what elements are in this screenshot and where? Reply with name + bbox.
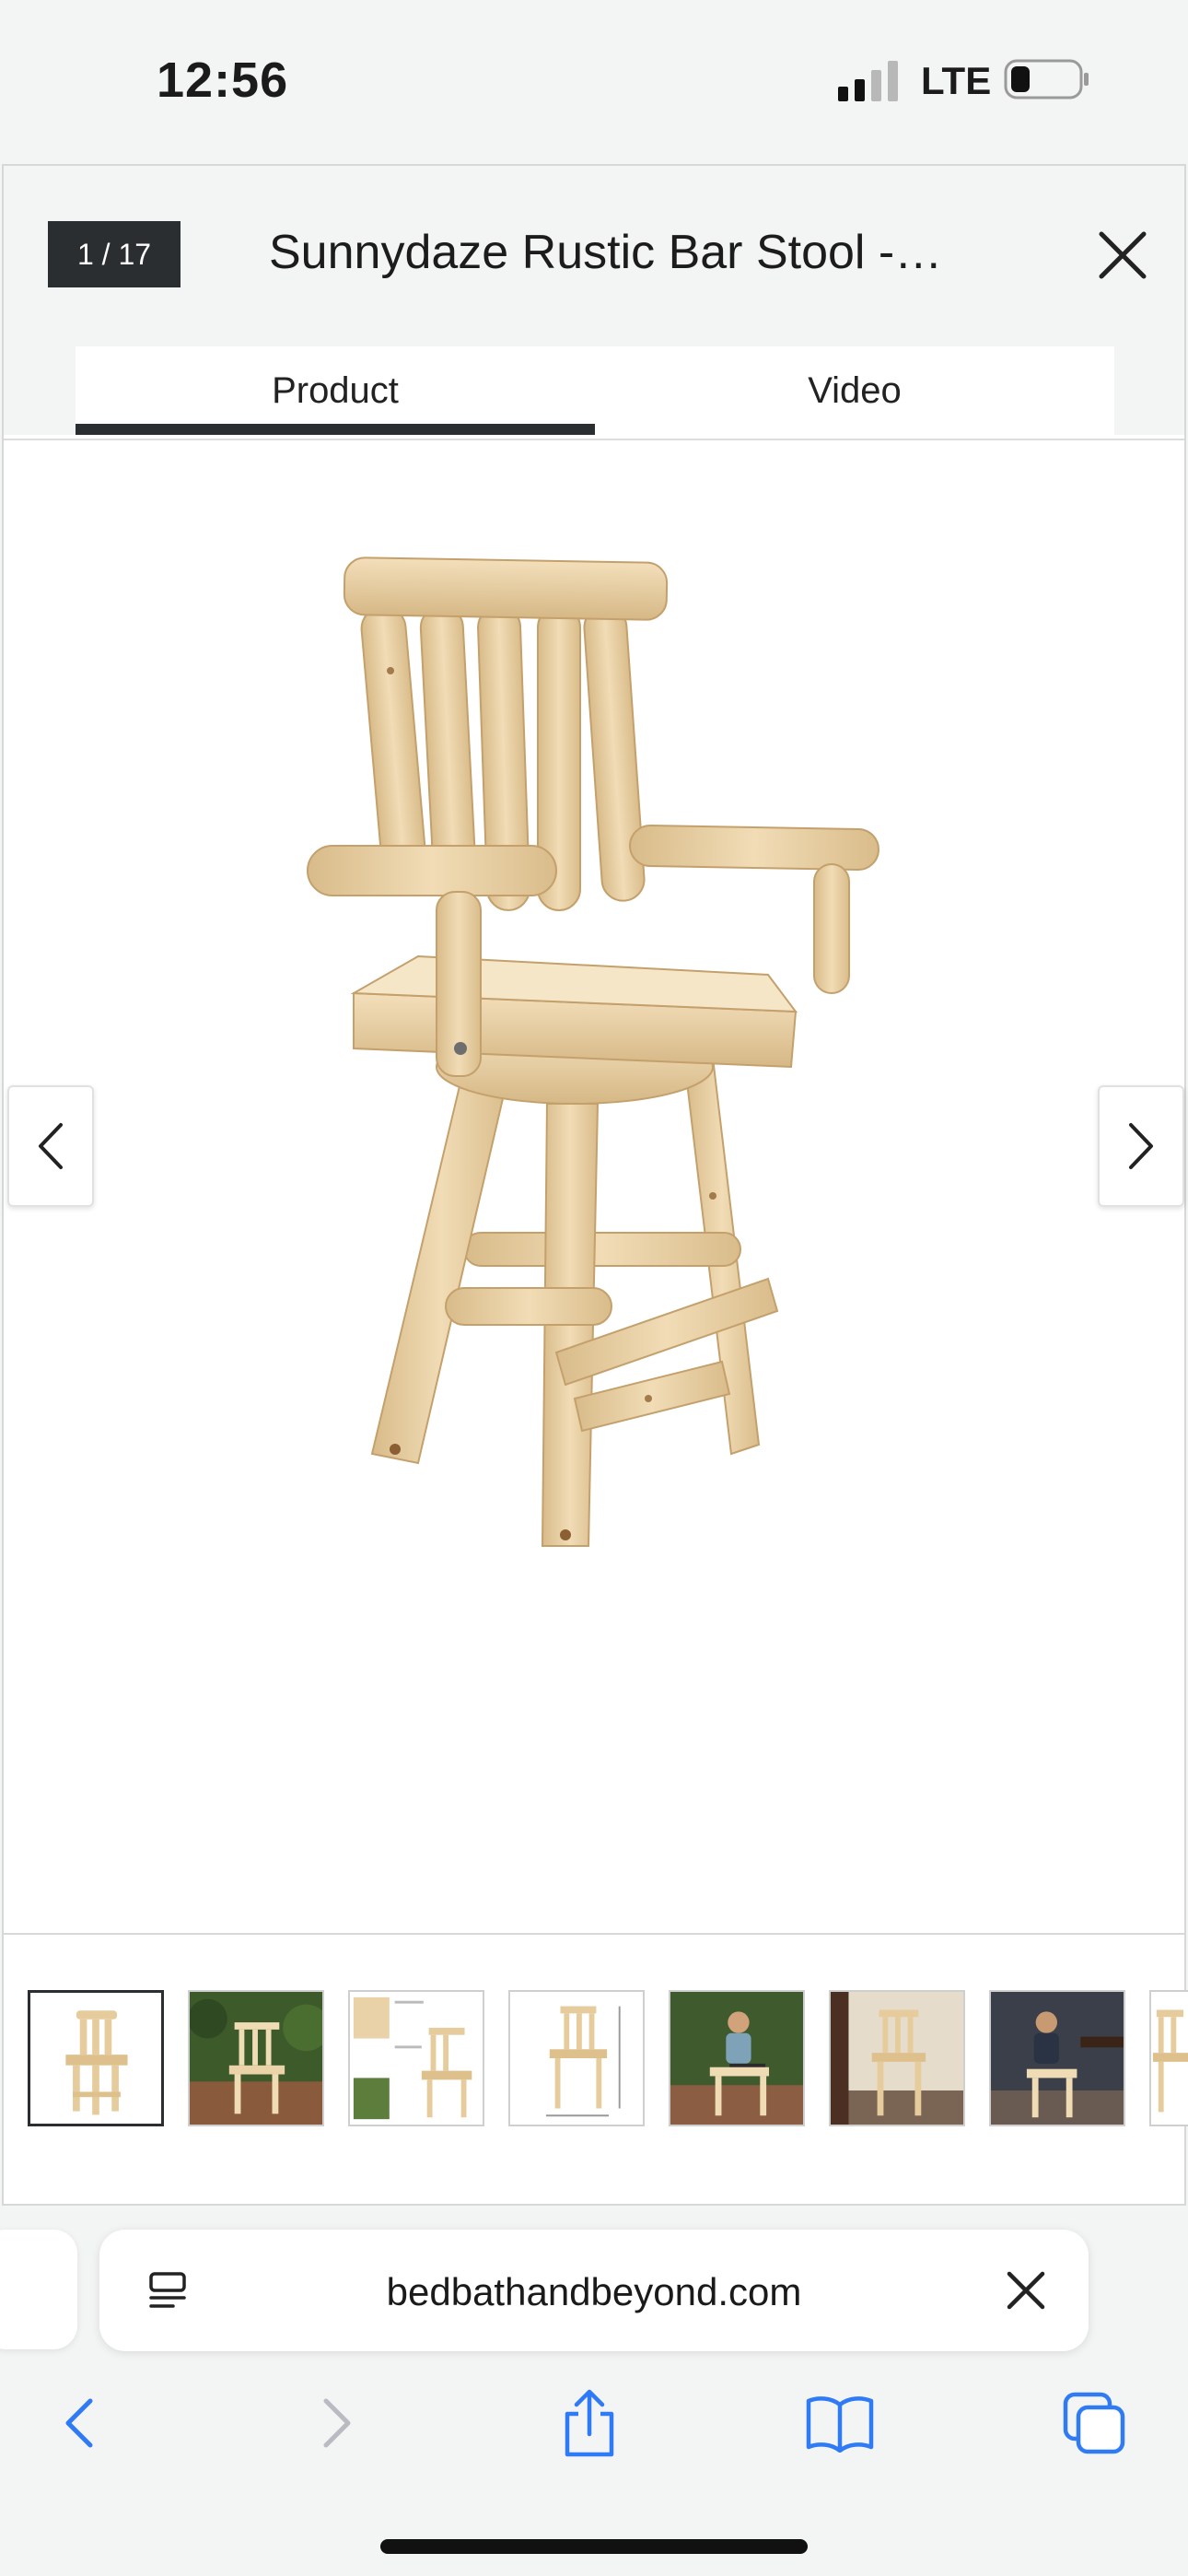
thumbnail-5[interactable] <box>669 1990 805 2126</box>
thumbnail-6[interactable] <box>829 1990 965 2126</box>
signal-strength-icon <box>838 61 898 101</box>
thumbnail-divider <box>4 1933 1184 1935</box>
product-gallery-modal: 1 / 17 Sunnydaze Rustic Bar Stool -… Pro… <box>2 164 1188 2206</box>
bookmarks-icon <box>806 2396 874 2453</box>
home-indicator <box>380 2539 808 2554</box>
chevron-right-icon <box>1129 1123 1153 1169</box>
tab-product-label: Product <box>272 369 399 411</box>
previous-image-button[interactable] <box>7 1085 94 1207</box>
forward-icon <box>323 2398 351 2448</box>
person-at-bar-thumb-icon <box>991 1992 1124 2125</box>
close-gallery-button[interactable] <box>1090 223 1155 287</box>
stool-partial-thumb-icon <box>1151 1992 1188 2125</box>
thumbnail-7[interactable] <box>989 1990 1125 2126</box>
gallery-tabs: Product Video <box>76 346 1114 435</box>
next-image-button[interactable] <box>1098 1085 1184 1207</box>
forward-button[interactable] <box>300 2386 374 2460</box>
status-bar: 12:56 LTE <box>0 0 1188 164</box>
tab-video-label: Video <box>808 369 902 411</box>
image-counter-badge: 1 / 17 <box>48 221 181 287</box>
bookmarks-button[interactable] <box>803 2386 877 2460</box>
thumbnail-4[interactable] <box>508 1990 645 2126</box>
status-time: 12:56 <box>157 53 289 108</box>
thumbnail-strip <box>28 1990 1188 2128</box>
image-stage <box>4 440 1184 1933</box>
url-text: bedbathandbeyond.com <box>386 2270 802 2313</box>
person-seated-thumb-icon <box>670 1992 803 2125</box>
garden-scene-thumb-icon <box>190 1992 322 2125</box>
stool-thumb-icon <box>30 1993 161 2124</box>
share-button[interactable] <box>553 2386 626 2460</box>
thumbnail-1[interactable] <box>28 1990 164 2126</box>
page-menu-icon[interactable] <box>146 2268 190 2313</box>
network-type: LTE <box>921 59 992 102</box>
tabs-icon <box>1063 2392 1125 2454</box>
dimensions-thumb-icon <box>510 1992 643 2125</box>
gallery-header: 1 / 17 Sunnydaze Rustic Bar Stool -… Pro… <box>4 166 1184 435</box>
product-image[interactable] <box>280 496 925 1601</box>
chevron-left-icon <box>39 1123 63 1169</box>
share-icon <box>565 2389 614 2457</box>
close-icon[interactable] <box>1002 2266 1050 2314</box>
thumbnail-8[interactable] <box>1149 1990 1188 2126</box>
close-icon <box>1099 231 1147 279</box>
indoor-stool-thumb-icon <box>831 1992 963 2125</box>
tabs-button[interactable] <box>1057 2386 1131 2460</box>
gallery-title: Sunnydaze Rustic Bar Stool -… <box>269 226 943 279</box>
back-icon <box>65 2398 93 2448</box>
battery-icon <box>1004 59 1089 100</box>
thumbnail-2[interactable] <box>188 1990 324 2126</box>
previous-tab-card[interactable] <box>0 2230 77 2349</box>
browser-toolbar <box>0 2366 1188 2476</box>
feature-callouts-thumb-icon <box>350 1992 483 2125</box>
tab-product[interactable]: Product <box>76 346 595 435</box>
tab-video[interactable]: Video <box>595 346 1114 435</box>
address-bar[interactable]: bedbathandbeyond.com <box>99 2230 1089 2351</box>
browser-url-row: bedbathandbeyond.com <box>0 2211 1188 2366</box>
back-button[interactable] <box>42 2386 116 2460</box>
thumbnail-3[interactable] <box>348 1990 484 2126</box>
